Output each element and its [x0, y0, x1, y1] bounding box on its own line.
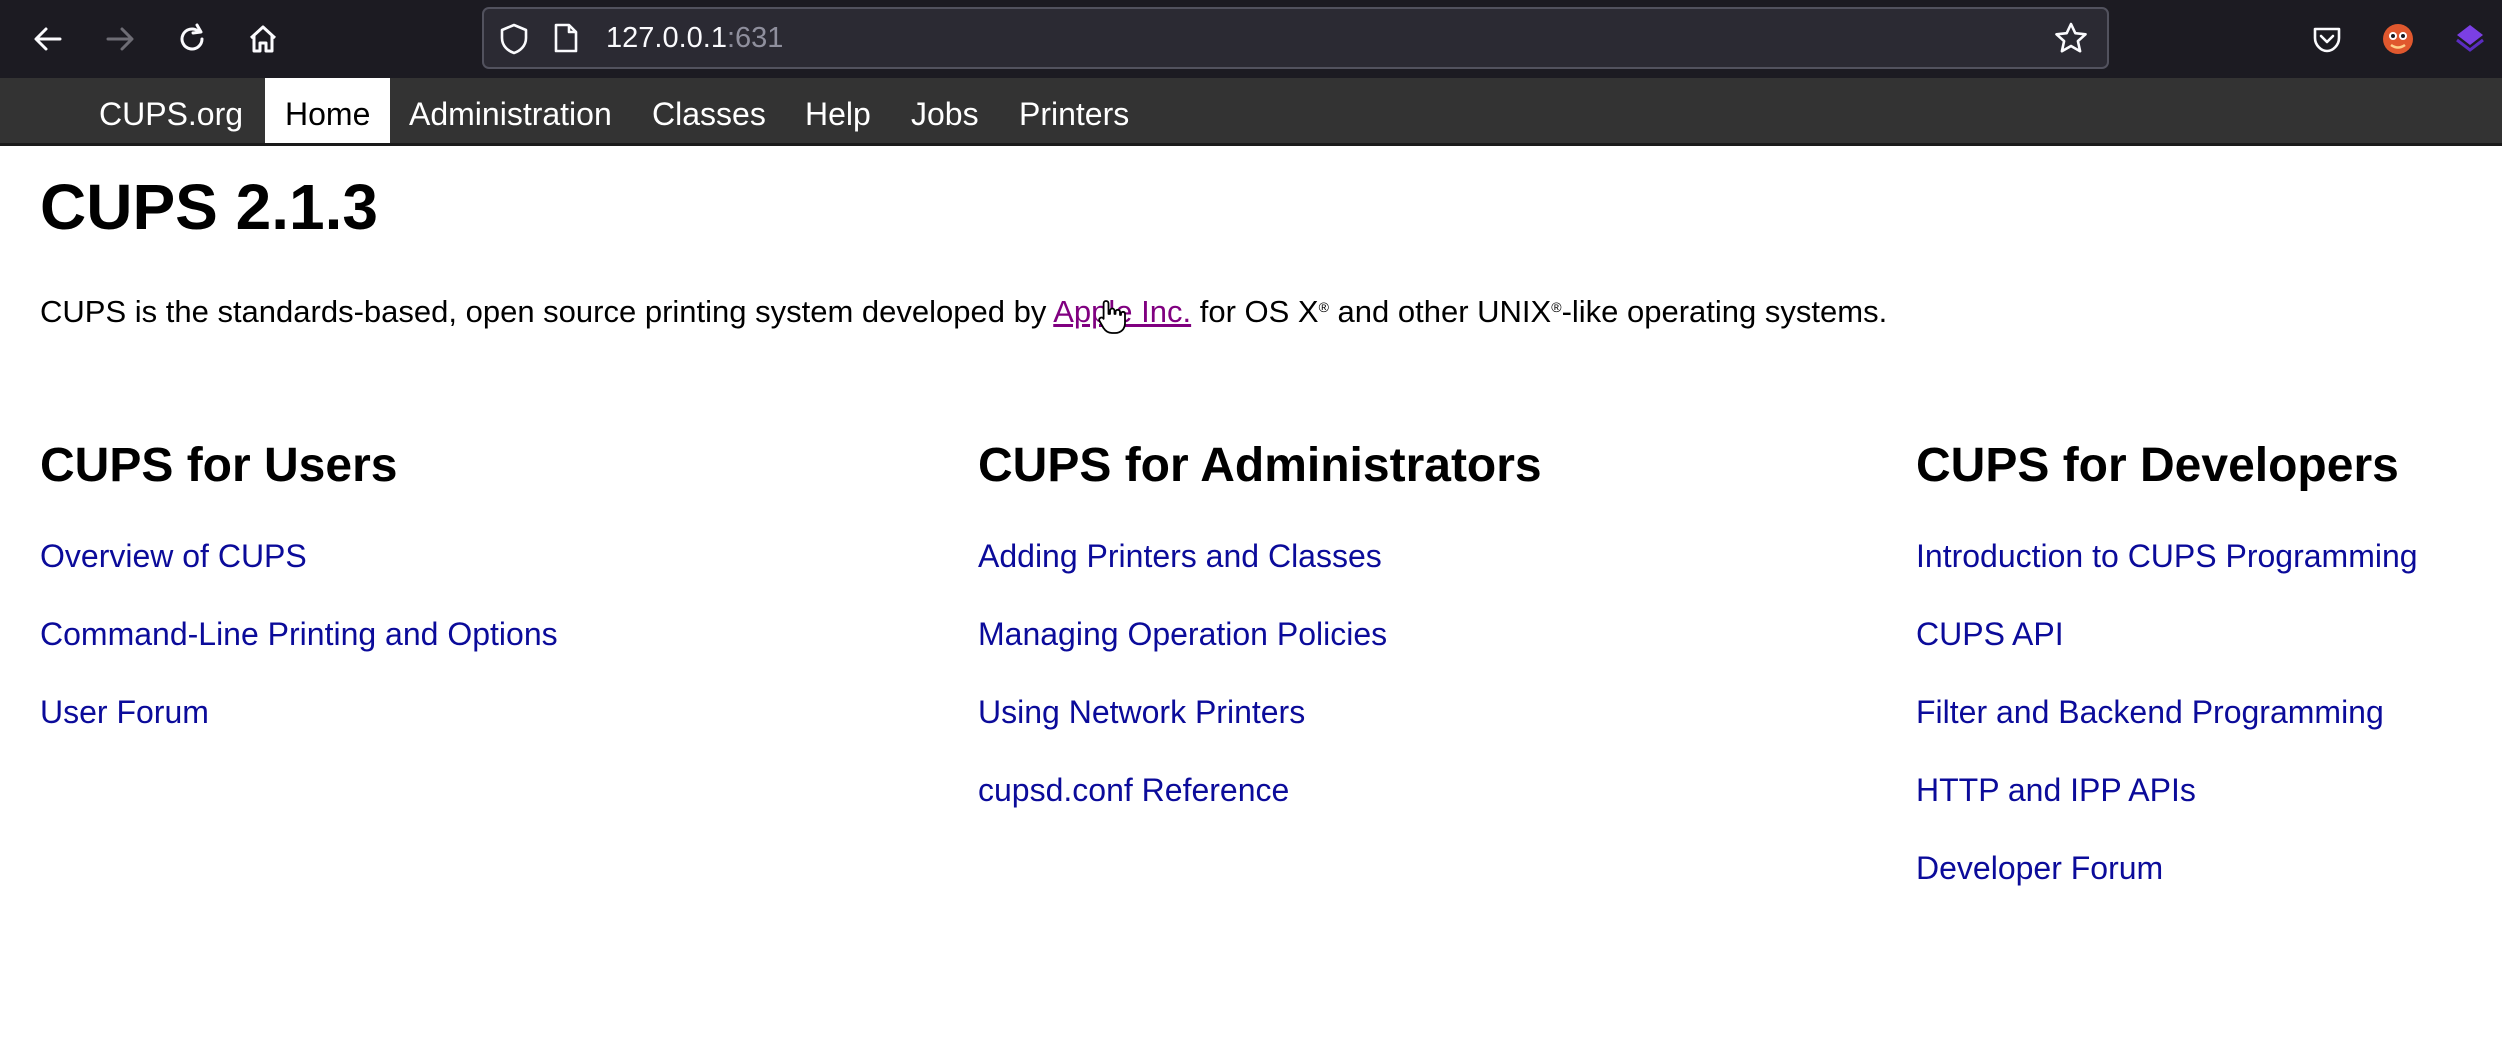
home-icon[interactable]: [238, 14, 288, 64]
hand-cursor-icon: [1098, 299, 1126, 340]
link-command-line-printing[interactable]: Command-Line Printing and Options: [40, 616, 558, 652]
nav-help[interactable]: Help: [805, 78, 871, 143]
page-title: CUPS 2.1.3: [40, 171, 378, 243]
nav-administration[interactable]: Administration: [409, 78, 612, 143]
list-item: Command-Line Printing and Options: [40, 614, 558, 654]
list-item: Introduction to CUPS Programming: [1916, 536, 2418, 576]
url-port: :631: [726, 22, 784, 54]
browser-toolbar: 127.0.0.1:631: [0, 0, 2502, 78]
bookmark-star-icon[interactable]: [2053, 21, 2089, 60]
list-item: Overview of CUPS: [40, 536, 307, 576]
column-heading: CUPS for Administrators: [978, 439, 1542, 492]
nav-jobs[interactable]: Jobs: [911, 78, 979, 143]
link-cups-api[interactable]: CUPS API: [1916, 616, 2064, 652]
link-adding-printers[interactable]: Adding Printers and Classes: [978, 538, 1382, 574]
column-users: CUPS for Users Overview of CUPS Command-…: [40, 436, 558, 730]
intro-text-mid: for OS X: [1191, 294, 1319, 329]
link-intro-programming[interactable]: Introduction to CUPS Programming: [1916, 538, 2418, 574]
reload-icon[interactable]: [167, 14, 217, 64]
intro-text-before: CUPS is the standards-based, open source…: [40, 294, 1054, 329]
list-item: Adding Printers and Classes: [978, 536, 1382, 576]
cups-nav-bar: CUPS.org Home Administration Classes Hel…: [0, 78, 2502, 146]
link-developer-forum[interactable]: Developer Forum: [1916, 850, 2163, 886]
list-item: CUPS API: [1916, 614, 2064, 654]
registered-mark: ®: [1318, 299, 1329, 315]
nav-home[interactable]: Home: [265, 78, 391, 143]
link-overview-of-cups[interactable]: Overview of CUPS: [40, 538, 307, 574]
nav-cups-org[interactable]: CUPS.org: [99, 78, 243, 143]
link-operation-policies[interactable]: Managing Operation Policies: [978, 616, 1387, 652]
page-icon: [552, 22, 580, 59]
list-item: cupsd.conf Reference: [978, 770, 1289, 810]
column-heading: CUPS for Developers: [1916, 439, 2399, 492]
list-item: Developer Forum: [1916, 848, 2163, 888]
list-item: User Forum: [40, 692, 209, 732]
link-network-printers[interactable]: Using Network Printers: [978, 694, 1305, 730]
nav-classes[interactable]: Classes: [652, 78, 766, 143]
url-bar[interactable]: 127.0.0.1:631: [482, 7, 2109, 69]
intro-paragraph: CUPS is the standards-based, open source…: [40, 287, 1887, 332]
back-icon[interactable]: [23, 14, 73, 64]
link-user-forum[interactable]: User Forum: [40, 694, 209, 730]
intro-text-mid2: and other UNIX: [1328, 294, 1552, 329]
list-item: Managing Operation Policies: [978, 614, 1387, 654]
registered-mark: ®: [1551, 299, 1562, 315]
pocket-icon[interactable]: [2302, 14, 2352, 64]
column-administrators: CUPS for Administrators Adding Printers …: [978, 436, 1542, 808]
column-developers: CUPS for Developers Introduction to CUPS…: [1916, 436, 2418, 886]
url-host: 127.0.0.1: [606, 22, 727, 54]
column-heading: CUPS for Users: [40, 439, 398, 492]
link-cupsd-conf[interactable]: cupsd.conf Reference: [978, 772, 1289, 808]
link-http-ipp-apis[interactable]: HTTP and IPP APIs: [1916, 772, 2196, 808]
nav-printers[interactable]: Printers: [1019, 78, 1129, 143]
shield-icon[interactable]: [498, 22, 530, 61]
list-item: HTTP and IPP APIs: [1916, 770, 2196, 810]
list-item: Using Network Printers: [978, 692, 1305, 732]
intro-text-after: -like operating systems.: [1561, 294, 1888, 329]
link-filter-backend[interactable]: Filter and Backend Programming: [1916, 694, 2384, 730]
extension-purple-icon[interactable]: [2445, 14, 2495, 64]
extension-fox-icon[interactable]: [2373, 14, 2423, 64]
list-item: Filter and Backend Programming: [1916, 692, 2384, 732]
url-text[interactable]: 127.0.0.1:631: [606, 9, 783, 67]
forward-icon[interactable]: [95, 14, 145, 64]
